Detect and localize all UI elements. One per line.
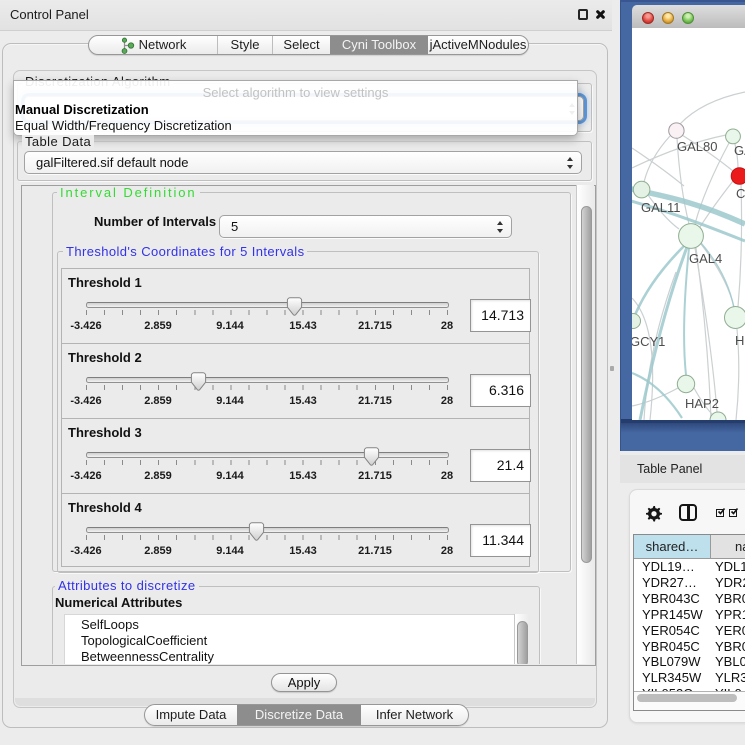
svg-text:GAL11: GAL11 — [641, 200, 681, 215]
svg-text:GA: GA — [734, 143, 745, 158]
svg-text:GAL80: GAL80 — [677, 139, 717, 154]
svg-text:C: C — [736, 186, 745, 201]
svg-text:GAL4: GAL4 — [689, 251, 722, 266]
svg-text:GCY1: GCY1 — [632, 334, 665, 349]
svg-text:HAP2: HAP2 — [685, 396, 719, 411]
svg-text:HIS4: HIS4 — [735, 333, 745, 348]
